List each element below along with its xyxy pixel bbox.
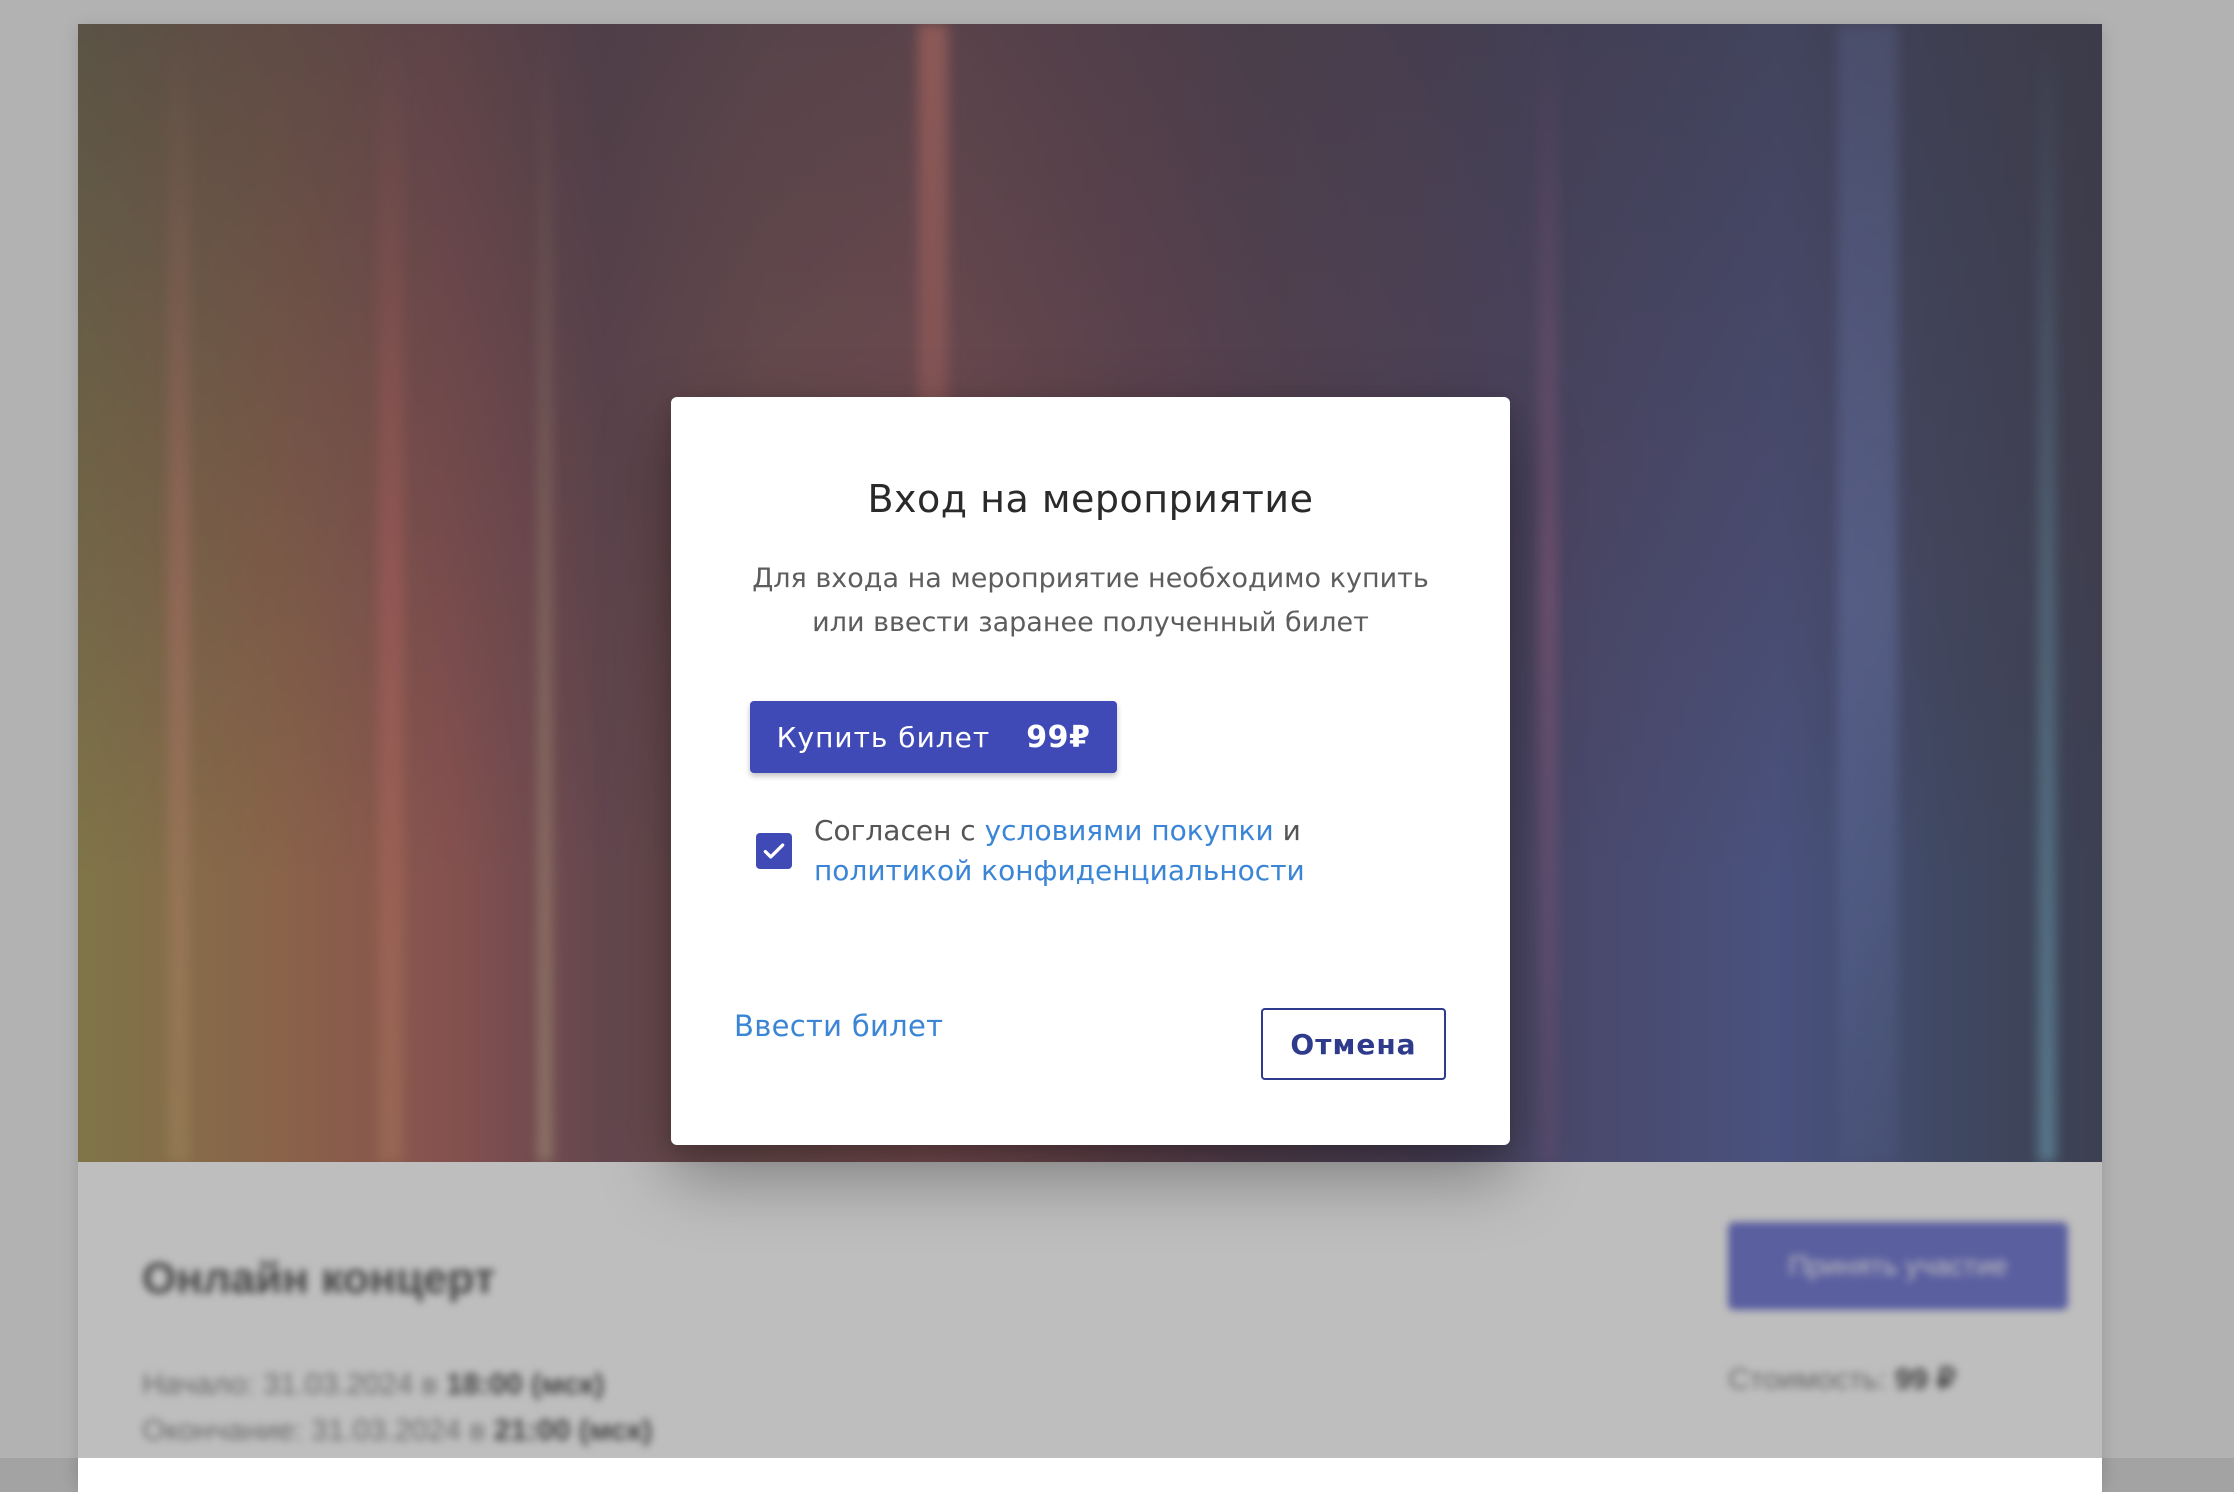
buy-ticket-button[interactable]: Купить билет 99₽ xyxy=(750,701,1117,773)
dialog-description: Для входа на мероприятие необходимо купи… xyxy=(731,557,1450,645)
check-icon xyxy=(763,843,785,859)
dialog-title: Вход на мероприятие xyxy=(867,477,1314,521)
description-line: Для входа на мероприятие необходимо купи… xyxy=(752,563,1429,594)
consent-text: Согласен с условиями покупки и политикой… xyxy=(814,811,1456,891)
description-line: или ввести заранее полученный билет xyxy=(812,607,1369,638)
privacy-link[interactable]: политикой конфиденциальности xyxy=(814,854,1305,887)
buy-ticket-label: Купить билет xyxy=(776,720,991,754)
enter-ticket-link[interactable]: Ввести билет xyxy=(734,1009,943,1043)
consent-row: Согласен с условиями покупки и политикой… xyxy=(756,811,1456,891)
consent-checkbox[interactable] xyxy=(756,833,792,869)
buy-ticket-price: 99₽ xyxy=(1026,719,1091,755)
terms-link[interactable]: условиями покупки xyxy=(985,814,1274,847)
consent-middle: и xyxy=(1273,814,1301,847)
consent-prefix: Согласен с xyxy=(814,814,985,847)
event-entry-dialog: Вход на мероприятие Для входа на меропри… xyxy=(671,397,1510,1145)
cancel-button[interactable]: Отмена xyxy=(1261,1008,1446,1080)
